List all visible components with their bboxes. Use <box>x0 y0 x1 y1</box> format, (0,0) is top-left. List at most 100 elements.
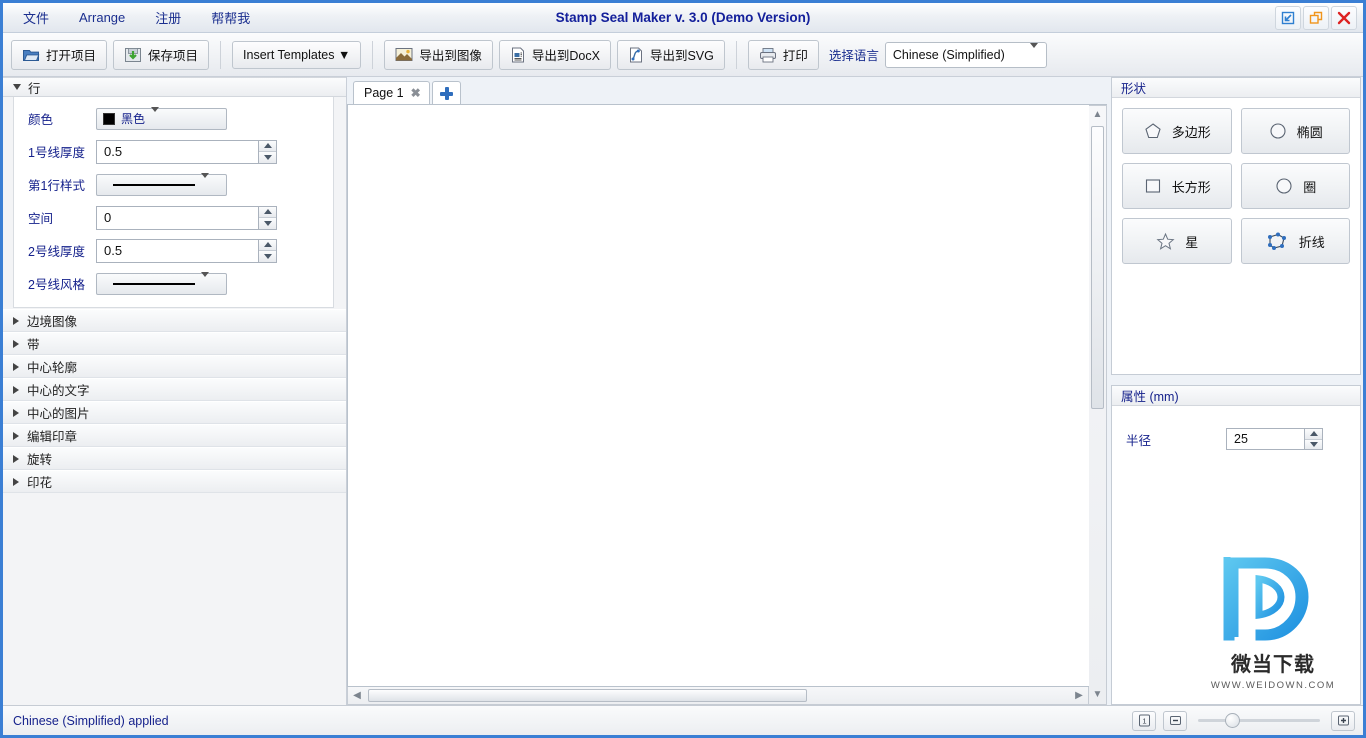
triangle-down-icon <box>1309 441 1318 447</box>
canvas-wrapper: ◀ ▶ <box>347 105 1089 705</box>
line2-thickness-input[interactable]: 0.5 <box>96 238 258 263</box>
label-line1-thickness: 1号线厚度 <box>28 146 85 160</box>
zoom-slider[interactable] <box>1198 713 1320 729</box>
section-header-print-flower[interactable]: 印花 <box>3 470 346 493</box>
space-stepper[interactable]: 0 <box>96 205 277 230</box>
line2-style-select[interactable] <box>96 271 227 295</box>
language-select[interactable]: Chinese (Simplified) <box>884 41 1047 68</box>
star-icon <box>1156 232 1175 250</box>
circle-icon <box>1276 178 1292 194</box>
field-row-line2-thickness: 2号线厚度 0.5 <box>14 237 333 264</box>
menu-item-register[interactable]: 注册 <box>153 5 183 30</box>
color-select[interactable]: 黑色 <box>96 106 227 130</box>
close-button[interactable] <box>1331 6 1357 30</box>
save-project-button[interactable]: 保存项目 <box>113 39 210 70</box>
horizontal-scroll-track[interactable] <box>364 689 1072 702</box>
minimize-button[interactable] <box>1275 6 1301 30</box>
spin-up-button[interactable] <box>259 239 276 251</box>
radius-spin-buttons[interactable] <box>1304 428 1323 450</box>
scroll-up-icon[interactable]: ▲ <box>1093 108 1103 122</box>
add-tab-button[interactable] <box>431 81 461 104</box>
section-header-band[interactable]: 带 <box>3 332 346 355</box>
section-header-center-image[interactable]: 中心的图片 <box>3 401 346 424</box>
spin-down-button[interactable] <box>259 218 276 229</box>
vertical-scroll-track[interactable] <box>1091 122 1104 688</box>
shape-button-polyline[interactable]: 折线 <box>1240 218 1350 264</box>
section-header-edit-stamp[interactable]: 编辑印章 <box>3 424 346 447</box>
line1-thickness-input[interactable]: 0.5 <box>96 139 258 164</box>
line1-thickness-stepper[interactable]: 0.5 <box>96 139 277 164</box>
restore-button[interactable] <box>1303 6 1329 30</box>
insert-templates-label: Insert Templates ▼ <box>243 47 351 62</box>
zoom-out-button[interactable] <box>1163 710 1187 731</box>
triangle-down-icon <box>13 84 21 90</box>
vertical-scroll-thumb[interactable] <box>1091 126 1104 409</box>
print-button[interactable]: 打印 <box>747 39 819 70</box>
property-row-radius: 半径 25 <box>1112 406 1360 450</box>
svg-text:1: 1 <box>1142 716 1146 725</box>
spin-up-button[interactable] <box>1305 429 1322 440</box>
line2-thickness-spin-buttons[interactable] <box>258 238 277 263</box>
zoom-slider-thumb[interactable] <box>1224 713 1240 728</box>
language-label: 选择语言 <box>828 49 879 63</box>
window-controls <box>1275 6 1357 30</box>
export-svg-button[interactable]: 导出到SVG <box>616 39 725 70</box>
horizontal-scroll-thumb[interactable] <box>368 689 807 702</box>
shape-label: 圈 <box>1303 179 1317 195</box>
solid-line-sample-icon <box>113 282 195 285</box>
scroll-left-icon[interactable]: ◀ <box>350 690 364 701</box>
section-header-center-outline[interactable]: 中心轮廓 <box>3 355 346 378</box>
restore-icon <box>1309 11 1323 24</box>
shape-label: 星 <box>1185 234 1199 250</box>
insert-templates-button[interactable]: Insert Templates ▼ <box>232 40 362 69</box>
spin-down-button[interactable] <box>259 251 276 262</box>
zoom-actual-size-button[interactable]: 1 <box>1132 710 1156 731</box>
label-radius: 半径 <box>1126 433 1152 448</box>
spin-up-button[interactable] <box>259 206 276 218</box>
chevron-down-icon <box>1029 42 1038 62</box>
design-canvas[interactable] <box>347 105 1089 687</box>
label-line2-style: 2号线风格 <box>28 278 85 292</box>
shape-label: 椭圆 <box>1296 124 1323 140</box>
scroll-down-icon[interactable]: ▼ <box>1093 688 1103 702</box>
line1-thickness-spin-buttons[interactable] <box>258 139 277 164</box>
radius-input[interactable]: 25 <box>1226 428 1304 450</box>
open-project-button[interactable]: 打开项目 <box>11 39 108 70</box>
spin-up-button[interactable] <box>259 140 276 152</box>
scroll-right-icon[interactable]: ▶ <box>1072 690 1086 701</box>
plus-icon <box>1337 715 1349 726</box>
vertical-scrollbar[interactable]: ▲ ▼ <box>1089 105 1107 705</box>
shape-button-ellipse[interactable]: 椭圆 <box>1240 108 1350 154</box>
tab-page-1[interactable]: Page 1 ✖ <box>353 81 430 104</box>
triangle-right-icon <box>13 477 19 486</box>
shape-button-polygon[interactable]: 多边形 <box>1122 108 1232 154</box>
chevron-down-icon <box>201 172 209 192</box>
section-header-rotate[interactable]: 旋转 <box>3 447 346 470</box>
spin-down-button[interactable] <box>1305 439 1322 449</box>
shape-button-circle[interactable]: 圈 <box>1240 163 1350 209</box>
radius-stepper[interactable]: 25 <box>1226 428 1323 450</box>
label-space: 空间 <box>28 212 54 226</box>
section-label: 中心的文字 <box>27 384 90 398</box>
menu-item-help[interactable]: 帮帮我 <box>209 5 252 30</box>
menu-item-file[interactable]: 文件 <box>21 5 51 30</box>
menu-item-arrange[interactable]: Arrange <box>77 7 127 28</box>
section-header-line[interactable]: 行 <box>3 77 346 97</box>
export-docx-button[interactable]: 导出到DocX <box>498 39 611 70</box>
zoom-in-button[interactable] <box>1331 710 1355 731</box>
line1-style-select[interactable] <box>96 172 227 196</box>
line2-thickness-stepper[interactable]: 0.5 <box>96 238 277 263</box>
space-input[interactable]: 0 <box>96 205 258 230</box>
shape-button-star[interactable]: 星 <box>1122 218 1232 264</box>
triangle-right-icon <box>13 339 19 348</box>
section-header-center-text[interactable]: 中心的文字 <box>3 378 346 401</box>
section-label: 旋转 <box>27 453 53 467</box>
section-header-border-image[interactable]: 边境图像 <box>3 309 346 332</box>
export-image-button[interactable]: 导出到图像 <box>384 39 493 70</box>
space-spin-buttons[interactable] <box>258 205 277 230</box>
spin-down-button[interactable] <box>259 152 276 163</box>
horizontal-scrollbar[interactable]: ◀ ▶ <box>347 687 1089 705</box>
shape-button-rectangle[interactable]: 长方形 <box>1122 163 1232 209</box>
tab-close-icon[interactable]: ✖ <box>411 86 421 100</box>
field-row-line1-thickness: 1号线厚度 0.5 <box>14 138 333 165</box>
